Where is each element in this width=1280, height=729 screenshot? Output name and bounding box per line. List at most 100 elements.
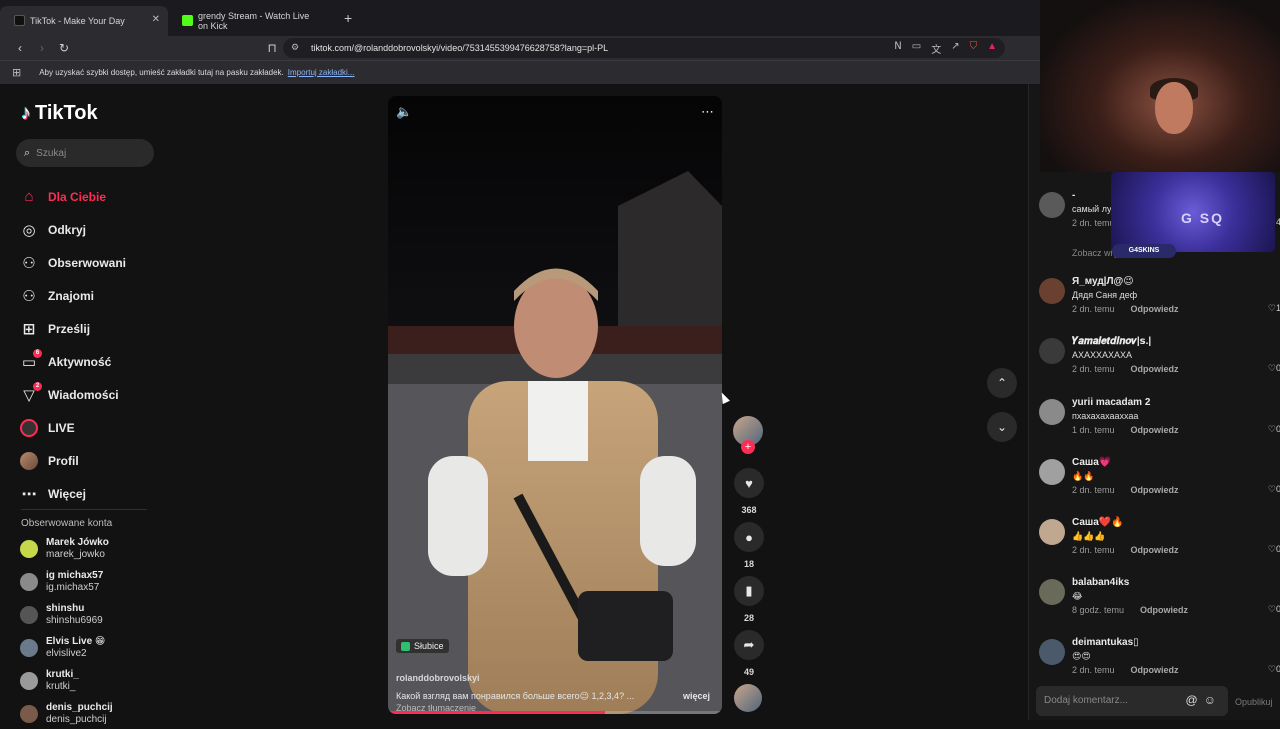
comment-username[interactable]: Я_муд|Л@😉 bbox=[1072, 276, 1134, 287]
avatar[interactable] bbox=[1039, 519, 1065, 545]
followed-account[interactable]: krutki_ krutki_ bbox=[20, 666, 170, 696]
apps-grid-icon[interactable]: ⊞ bbox=[12, 66, 21, 79]
webcam-overlay bbox=[1040, 0, 1280, 172]
brave-shield-icon[interactable]: ⛉ bbox=[970, 41, 978, 56]
previous-video-button[interactable]: ⌃ bbox=[987, 368, 1017, 398]
avatar[interactable] bbox=[1039, 579, 1065, 605]
volume-icon[interactable]: 🔈 bbox=[396, 104, 412, 120]
site-info-icon[interactable]: ⚙ bbox=[291, 42, 299, 53]
sidebar-item-dla-ciebie[interactable]: ⌂ Dla Ciebie bbox=[20, 180, 180, 213]
sidebar-item-aktywność[interactable]: ▭ 6 Aktywność bbox=[20, 345, 180, 378]
reload-icon[interactable]: ↻ bbox=[54, 41, 74, 55]
reply-button[interactable]: Odpowiedz bbox=[1131, 665, 1179, 675]
comment-like-count: 0 bbox=[1275, 664, 1280, 674]
comment-username[interactable]: Саша❤️🔥 bbox=[1072, 517, 1124, 528]
comment-username[interactable]: balaban4iks bbox=[1072, 577, 1129, 588]
like-action[interactable]: ♥ 368 bbox=[733, 468, 765, 522]
comment-username[interactable]: deimantukas▯ bbox=[1072, 637, 1139, 648]
comment-like[interactable]: ♡0 bbox=[1268, 604, 1280, 615]
comment-like[interactable]: ♡1 bbox=[1268, 303, 1280, 314]
avatar[interactable] bbox=[1039, 192, 1065, 218]
reply-button[interactable]: Odpowiedz bbox=[1131, 485, 1179, 495]
video-options-icon[interactable]: ⋯ bbox=[701, 104, 714, 120]
heart-outline-icon: ♡ bbox=[1267, 303, 1276, 313]
comment-username[interactable]: - bbox=[1072, 190, 1075, 201]
mention-icon[interactable]: @ bbox=[1186, 693, 1204, 707]
avatar bbox=[20, 606, 38, 624]
post-comment-button[interactable]: Opublikuj bbox=[1235, 697, 1273, 707]
followed-account[interactable]: Marek Jówko marek_jowko bbox=[20, 534, 170, 564]
sidebar-item-profil[interactable]: Profil bbox=[20, 444, 180, 477]
sidebar-item-wiadomości[interactable]: ▽ 2 Wiadomości bbox=[20, 378, 180, 411]
reply-button[interactable]: Odpowiedz bbox=[1140, 605, 1188, 615]
creator-avatar[interactable]: + bbox=[733, 416, 763, 454]
sidebar-item-live[interactable]: LIVE bbox=[20, 411, 180, 444]
import-bookmarks-link[interactable]: Importuj zakładki... bbox=[288, 68, 355, 77]
more-link[interactable]: więcej bbox=[683, 691, 710, 701]
comment-username[interactable]: yurii macadam 2 bbox=[1072, 397, 1150, 408]
sidebar-item-więcej[interactable]: ⋯ Więcej bbox=[20, 477, 180, 510]
avatar[interactable] bbox=[1039, 399, 1065, 425]
address-bar[interactable]: ⚙ tiktok.com/@rolanddobrovolskyi/video/7… bbox=[283, 38, 1005, 58]
video-author[interactable]: rolanddobrovolskyi bbox=[396, 673, 480, 683]
new-tab-icon[interactable]: + bbox=[344, 10, 352, 26]
emoji-icon[interactable]: ☺ bbox=[1204, 693, 1222, 707]
comment-username[interactable]: Саша💗 bbox=[1072, 457, 1111, 468]
brave-rewards-icon[interactable]: ▲ bbox=[987, 41, 997, 56]
comment-like[interactable]: ♡0 bbox=[1268, 484, 1280, 495]
avatar[interactable] bbox=[1039, 459, 1065, 485]
reply-button[interactable]: Odpowiedz bbox=[1131, 545, 1179, 555]
tiktok-logo[interactable]: ♪ TikTok bbox=[21, 102, 98, 125]
comment-text: 😂 bbox=[1072, 591, 1083, 601]
video-progress-bar[interactable] bbox=[388, 711, 722, 714]
avatar[interactable] bbox=[1039, 278, 1065, 304]
comment-icon: ● bbox=[734, 522, 764, 552]
translate-icon[interactable]: 文 bbox=[931, 41, 941, 56]
sidebar-item-odkryj[interactable]: ◎ Odkryj bbox=[20, 213, 180, 246]
avatar[interactable] bbox=[1039, 338, 1065, 364]
location-tag[interactable]: Słubice bbox=[396, 639, 449, 653]
next-video-button[interactable]: ⌄ bbox=[987, 412, 1017, 442]
share-icon[interactable]: ↗ bbox=[951, 41, 959, 56]
share-arrow-icon: ➦ bbox=[734, 630, 764, 660]
comment-like[interactable]: ♡0 bbox=[1268, 544, 1280, 555]
video-actions: + ♥ 368 ● 18 ▮ 28 ➦ 49 bbox=[733, 416, 765, 712]
search-input[interactable]: ⌕ Szukaj bbox=[16, 139, 154, 167]
translate-off-icon[interactable]: ꓠ bbox=[894, 41, 901, 56]
save-action[interactable]: ▮ 28 bbox=[733, 576, 765, 630]
comment-action[interactable]: ● 18 bbox=[733, 522, 765, 576]
tab-kick[interactable]: grendy Stream - Watch Live on Kick bbox=[168, 6, 336, 36]
followed-account[interactable]: denis_puchcij denis_puchcij bbox=[20, 699, 170, 729]
music-disc-avatar[interactable] bbox=[734, 684, 762, 712]
followed-account[interactable]: shinshu shinshu6969 bbox=[20, 600, 170, 630]
comment-like[interactable]: ♡0 bbox=[1268, 424, 1280, 435]
tab-tiktok[interactable]: TikTok - Make Your Day ✕ bbox=[0, 6, 168, 36]
avatar[interactable] bbox=[1039, 639, 1065, 665]
follow-plus-icon[interactable]: + bbox=[741, 440, 755, 454]
video-frame bbox=[388, 96, 722, 714]
sidebar-item-prześlij[interactable]: ⊞ Prześlij bbox=[20, 312, 180, 345]
sidebar-item-obserwowani[interactable]: ⚇ Obserwowani bbox=[20, 246, 180, 279]
reply-button[interactable]: Odpowiedz bbox=[1131, 425, 1179, 435]
bookmark-icon[interactable]: ⊓ bbox=[262, 41, 282, 55]
comment-like-count: 0 bbox=[1275, 544, 1280, 554]
reply-button[interactable]: Odpowiedz bbox=[1131, 364, 1179, 374]
logo-text: TikTok bbox=[35, 102, 98, 124]
comment-username[interactable]: 𝒀𝒂𝒎𝒂𝒍𝒆𝒕𝒅𝒊𝒏𝒐𝒗|ꜱ.| bbox=[1072, 336, 1151, 347]
comment-input[interactable]: Dodaj komentarz... @☺ bbox=[1036, 686, 1228, 716]
back-icon[interactable]: ‹ bbox=[10, 41, 30, 55]
forward-icon[interactable]: › bbox=[32, 41, 52, 55]
comment-text: 😍😍 bbox=[1072, 651, 1091, 661]
tab-title: grendy Stream - Watch Live on Kick bbox=[198, 11, 310, 31]
reply-button[interactable]: Odpowiedz bbox=[1131, 304, 1179, 314]
close-tab-icon[interactable]: ✕ bbox=[152, 14, 160, 25]
sidebar-item-znajomi[interactable]: ⚇ Znajomi bbox=[20, 279, 180, 312]
comment-like[interactable]: ♡0 bbox=[1268, 363, 1280, 374]
followed-account[interactable]: ig michax57 ig.michax57 bbox=[20, 567, 170, 597]
followed-account[interactable]: Elvis Live 😁 elvislive2 bbox=[20, 633, 170, 663]
share-action[interactable]: ➦ 49 bbox=[733, 630, 765, 684]
video-player[interactable]: 🔈 ⋯ Słubice rolanddobrovolskyi Какой взг… bbox=[388, 96, 722, 714]
tab-title: TikTok - Make Your Day bbox=[30, 16, 125, 26]
comment-like[interactable]: ♡0 bbox=[1268, 664, 1280, 675]
cast-icon[interactable]: ▭ bbox=[912, 41, 921, 56]
